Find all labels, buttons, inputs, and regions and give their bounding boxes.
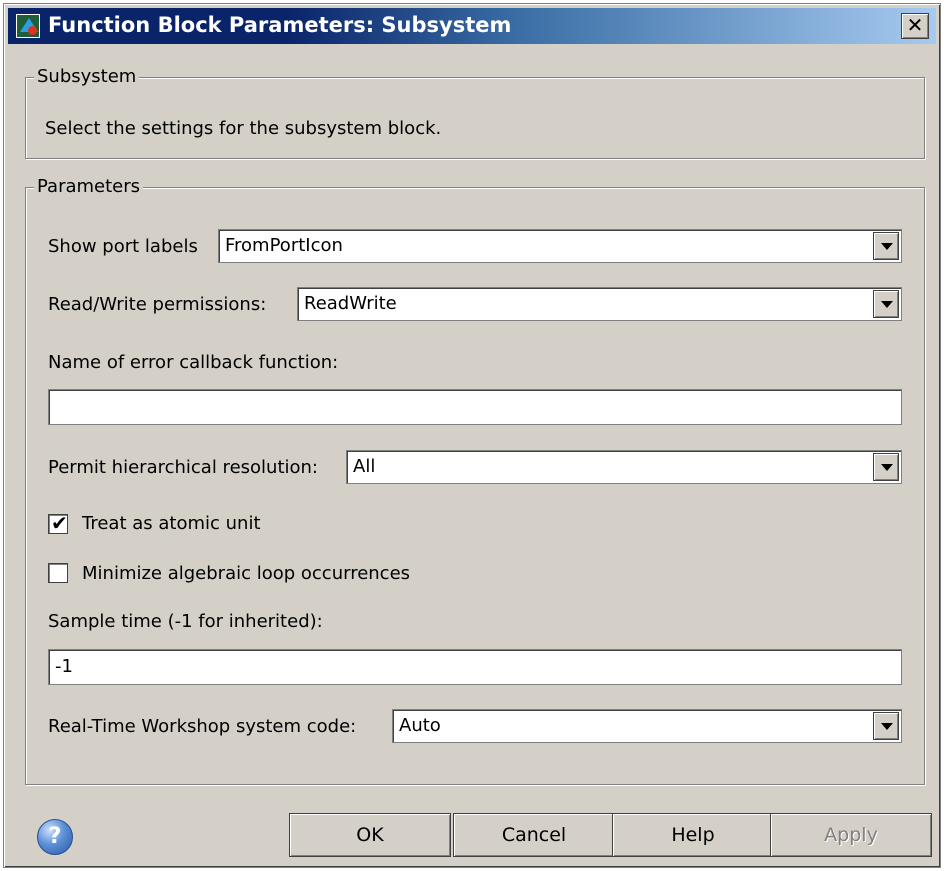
- read-write-permissions-value: ReadWrite: [304, 293, 397, 314]
- ok-button[interactable]: OK: [289, 813, 451, 857]
- subsystem-group-legend: Subsystem: [34, 66, 140, 88]
- show-port-labels-value: FromPortIcon: [225, 235, 343, 256]
- chevron-down-icon[interactable]: [873, 232, 899, 260]
- chevron-down-icon[interactable]: [873, 290, 899, 318]
- apply-button[interactable]: Apply: [770, 813, 932, 857]
- cancel-button[interactable]: Cancel: [453, 813, 615, 857]
- sample-time-label: Sample time (-1 for inherited):: [48, 611, 323, 632]
- subsystem-description: Select the settings for the subsystem bl…: [45, 118, 442, 139]
- read-write-permissions-dropdown[interactable]: ReadWrite: [297, 287, 902, 321]
- rtw-system-code-value: Auto: [399, 715, 441, 736]
- close-icon: ✕: [906, 13, 924, 37]
- rtw-system-code-dropdown[interactable]: Auto: [392, 709, 902, 743]
- subsystem-group: Subsystem Select the settings for the su…: [25, 66, 925, 159]
- sample-time-input[interactable]: -1: [48, 649, 902, 685]
- error-callback-label: Name of error callback function:: [48, 352, 339, 373]
- checkmark-icon: ✔: [51, 511, 68, 535]
- dialog-window: Function Block Parameters: Subsystem ✕ S…: [3, 3, 941, 868]
- show-port-labels-label: Show port labels: [48, 236, 198, 257]
- chevron-down-icon[interactable]: [873, 453, 899, 481]
- close-button[interactable]: ✕: [901, 13, 929, 39]
- treat-atomic-label[interactable]: Treat as atomic unit: [82, 513, 261, 535]
- simulink-block-icon: [16, 14, 40, 38]
- hierarchical-resolution-value: All: [353, 456, 376, 477]
- window-title: Function Block Parameters: Subsystem: [48, 13, 512, 37]
- parameters-group-legend: Parameters: [34, 176, 144, 198]
- treat-atomic-checkbox[interactable]: ✔: [48, 511, 68, 535]
- help-icon[interactable]: ?: [37, 819, 73, 855]
- minimize-loop-label[interactable]: Minimize algebraic loop occurrences: [82, 563, 410, 585]
- hierarchical-resolution-dropdown[interactable]: All: [346, 450, 902, 484]
- sample-time-value: -1: [55, 656, 73, 677]
- read-write-permissions-label: Read/Write permissions:: [48, 294, 267, 315]
- rtw-system-code-label: Real-Time Workshop system code:: [48, 716, 357, 737]
- error-callback-input[interactable]: [48, 389, 902, 425]
- show-port-labels-dropdown[interactable]: FromPortIcon: [218, 229, 902, 263]
- parameters-group: Parameters Show port labels FromPortIcon…: [25, 176, 925, 785]
- hierarchical-resolution-label: Permit hierarchical resolution:: [48, 457, 318, 478]
- minimize-loop-checkbox[interactable]: [48, 563, 68, 583]
- chevron-down-icon[interactable]: [873, 712, 899, 740]
- title-bar[interactable]: Function Block Parameters: Subsystem ✕: [8, 8, 936, 44]
- help-button[interactable]: Help: [612, 813, 774, 857]
